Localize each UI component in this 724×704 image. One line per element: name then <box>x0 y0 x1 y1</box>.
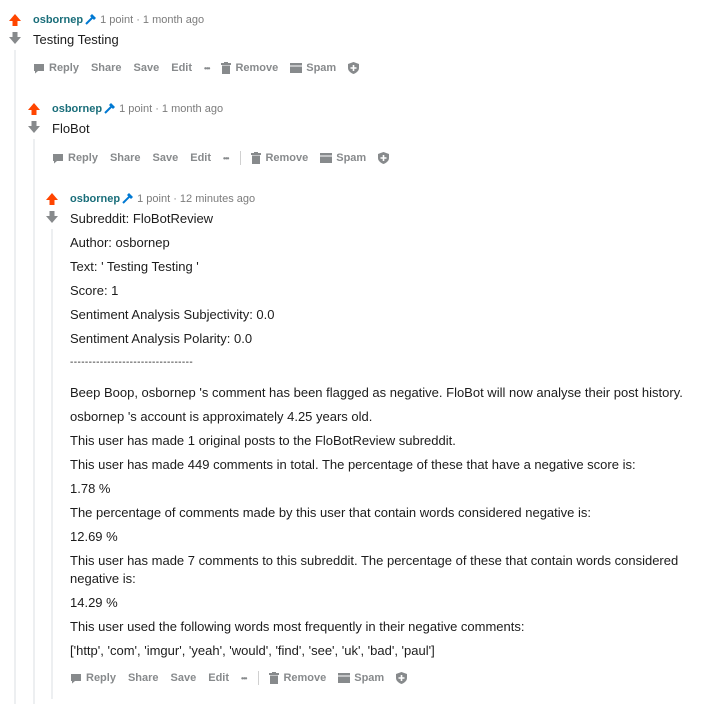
upvote-icon[interactable] <box>45 192 59 206</box>
comment-header: osbornep 1 point · 1 month ago <box>52 101 223 119</box>
comment-body: Subreddit: FloBotReview Author: osbornep… <box>70 210 710 660</box>
downvote-icon[interactable] <box>45 210 59 224</box>
trash-icon <box>251 152 262 164</box>
comment-actions: Reply Share Save Edit ••• Remove Spam <box>70 669 423 687</box>
actions-divider <box>258 671 260 685</box>
spam-icon <box>320 153 333 163</box>
upvote-icon[interactable] <box>8 13 22 27</box>
comment-line: ['http', 'com', 'imgur', 'yeah', 'would'… <box>70 643 435 658</box>
comment-text: Testing Testing <box>33 32 119 47</box>
shield-icon <box>378 152 390 164</box>
more-options-button[interactable]: ••• <box>223 154 229 163</box>
comment-header: osbornep 1 point · 1 month ago <box>33 12 204 30</box>
comment-actions: Reply Share Save Edit ••• Remove Spam <box>52 149 405 167</box>
comment-line: The percentage of comments made by this … <box>70 505 592 520</box>
comment-body: FloBot <box>52 120 90 138</box>
save-button[interactable]: Save <box>153 152 179 164</box>
save-button[interactable]: Save <box>134 62 160 74</box>
author-link[interactable]: osbornep <box>70 193 120 205</box>
remove-button[interactable]: Remove <box>269 672 326 684</box>
comment-line: This user has made 7 comments to this su… <box>70 553 679 586</box>
share-button[interactable]: Share <box>128 672 159 684</box>
share-button[interactable]: Share <box>91 62 122 74</box>
comment-line: Beep Boop, osbornep 's comment has been … <box>70 385 683 400</box>
actions-divider <box>240 151 242 165</box>
spam-button[interactable]: Spam <box>290 62 336 74</box>
trash-icon <box>221 62 232 74</box>
reply-icon <box>71 673 81 683</box>
mod-shield-button[interactable] <box>396 672 411 684</box>
reply-button[interactable]: Reply <box>52 152 98 164</box>
comment-line: Sentiment Analysis Subjectivity: 0.0 <box>70 307 275 322</box>
comment-line: 12.69 % <box>70 529 118 544</box>
comment-line: This user has made 449 comments in total… <box>70 457 636 472</box>
reply-icon <box>53 153 63 163</box>
comment-line: Author: osbornep <box>70 235 170 250</box>
spam-icon <box>338 673 351 683</box>
comment-2: osbornep 1 point · 1 month ago FloBot Rep… <box>27 101 707 704</box>
trash-icon <box>269 672 280 684</box>
save-button[interactable]: Save <box>171 672 197 684</box>
thread-line[interactable] <box>14 50 16 704</box>
comment-meta: 1 point · 1 month ago <box>119 103 224 115</box>
thread-line[interactable] <box>51 229 53 699</box>
comment-line: 14.29 % <box>70 595 118 610</box>
shield-icon <box>396 672 408 684</box>
downvote-icon[interactable] <box>8 31 22 45</box>
comment-line: Sentiment Analysis Polarity: 0.0 <box>70 331 253 346</box>
reply-button[interactable]: Reply <box>70 672 116 684</box>
thread-line[interactable] <box>33 139 35 704</box>
comment-1: osbornep 1 point · 1 month ago Testing Te… <box>8 12 708 704</box>
share-button[interactable]: Share <box>110 152 141 164</box>
reply-button[interactable]: Reply <box>33 62 79 74</box>
mod-sword-icon <box>122 192 134 209</box>
reply-icon <box>34 63 44 73</box>
mod-sword-icon <box>85 13 97 30</box>
more-options-button[interactable]: ••• <box>241 674 247 683</box>
comment-line: This user has made 1 original posts to t… <box>70 433 456 448</box>
comment-divider-text: --------------------------------- <box>70 357 194 368</box>
comment-line: Subreddit: FloBotReview <box>70 211 214 226</box>
mod-shield-button[interactable] <box>348 62 363 74</box>
comment-3: osbornep 1 point · 12 minutes ago Subredd… <box>45 191 710 701</box>
edit-button[interactable]: Edit <box>208 672 229 684</box>
spam-button[interactable]: Spam <box>320 152 366 164</box>
comment-body: Testing Testing <box>33 31 119 49</box>
more-options-button[interactable]: ••• <box>204 64 210 73</box>
comment-line: osbornep 's account is approximately 4.2… <box>70 409 373 424</box>
comment-actions: Reply Share Save Edit ••• Remove Spam <box>33 59 375 77</box>
comment-line: This user used the following words most … <box>70 619 525 634</box>
comment-line: Text: ' Testing Testing ' <box>70 259 199 274</box>
author-link[interactable]: osbornep <box>33 14 83 26</box>
comment-header: osbornep 1 point · 12 minutes ago <box>70 191 255 209</box>
spam-button[interactable]: Spam <box>338 672 384 684</box>
mod-shield-button[interactable] <box>378 152 393 164</box>
remove-button[interactable]: Remove <box>251 152 308 164</box>
comment-meta: 1 point · 1 month ago <box>100 14 205 26</box>
spam-icon <box>290 63 303 73</box>
edit-button[interactable]: Edit <box>190 152 211 164</box>
comment-text: FloBot <box>52 121 90 136</box>
remove-button[interactable]: Remove <box>221 62 278 74</box>
shield-icon <box>348 62 360 74</box>
comment-line: 1.78 % <box>70 481 111 496</box>
upvote-icon[interactable] <box>27 102 41 116</box>
downvote-icon[interactable] <box>27 120 41 134</box>
comment-meta: 1 point · 12 minutes ago <box>137 193 256 205</box>
comment-line: Score: 1 <box>70 283 119 298</box>
author-link[interactable]: osbornep <box>52 103 102 115</box>
edit-button[interactable]: Edit <box>171 62 192 74</box>
mod-sword-icon <box>104 102 116 119</box>
